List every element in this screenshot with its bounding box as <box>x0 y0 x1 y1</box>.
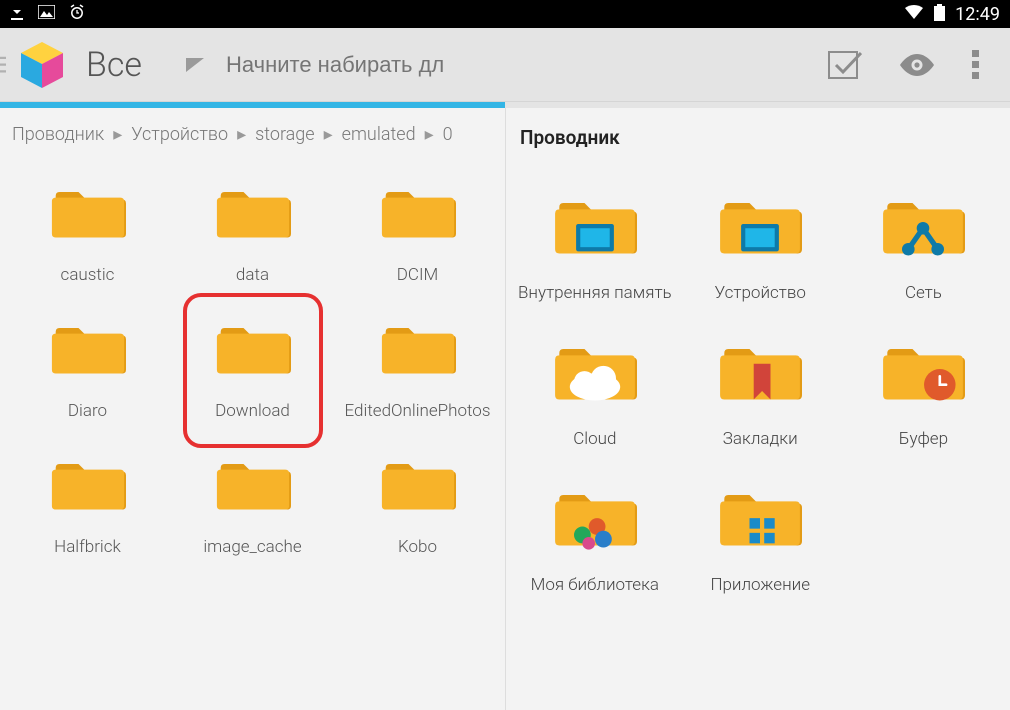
visibility-icon[interactable] <box>900 54 934 76</box>
folder-icon <box>549 323 641 415</box>
search-input[interactable] <box>226 52 810 78</box>
folder-label: DCIM <box>397 265 438 285</box>
drawer-handle-icon[interactable] <box>0 28 6 101</box>
shortcut-label: Сеть <box>905 283 942 303</box>
folder-icon <box>877 177 969 269</box>
left-panel: Проводник ▸ Устройство ▸ storage ▸ emula… <box>0 108 505 710</box>
shortcut-item[interactable]: Устройство <box>682 167 839 307</box>
folder-label: Download <box>215 401 290 421</box>
status-bar: 12:49 <box>0 0 1010 28</box>
shortcut-item[interactable]: Сеть <box>845 167 1002 307</box>
folder-icon <box>714 469 806 561</box>
folder-icon <box>714 177 806 269</box>
folder-label: Halfbrick <box>54 537 121 557</box>
folder-icon <box>549 177 641 269</box>
folder-item[interactable]: Kobo <box>338 431 497 561</box>
folder-item[interactable]: Diaro <box>8 295 167 425</box>
shortcut-label: Устройство <box>715 283 806 303</box>
crumb-0[interactable]: Проводник <box>12 124 104 145</box>
shortcut-label: Закладки <box>723 429 798 449</box>
folder-item[interactable]: image_cache <box>173 431 332 561</box>
folder-icon <box>549 469 641 561</box>
crumb-4[interactable]: 0 <box>443 124 453 145</box>
download-notif-icon <box>10 4 24 24</box>
crumb-2[interactable]: storage <box>255 124 315 145</box>
folder-icon <box>714 323 806 415</box>
shortcut-item[interactable]: Закладки <box>682 313 839 453</box>
folder-label: caustic <box>61 265 115 285</box>
folder-icon <box>377 169 459 251</box>
folder-item[interactable]: Halfbrick <box>8 431 167 561</box>
dropdown-arrow-icon[interactable] <box>186 58 204 72</box>
app-logo-icon <box>10 33 74 97</box>
folder-icon <box>877 323 969 415</box>
overflow-menu-icon[interactable] <box>972 50 980 80</box>
shortcut-label: Моя библиотека <box>531 575 659 595</box>
shortcut-item[interactable]: Приложение <box>682 459 839 599</box>
status-clock: 12:49 <box>955 4 1000 25</box>
folder-icon <box>377 441 459 523</box>
select-mode-icon[interactable] <box>828 51 862 79</box>
right-panel: Проводник Внутренняя память Устройство Сет… <box>505 108 1010 710</box>
folder-label: image_cache <box>203 537 301 557</box>
folder-item[interactable]: caustic <box>8 159 167 289</box>
shortcut-label: Буфер <box>899 429 948 449</box>
crumb-1[interactable]: Устройство <box>131 124 228 145</box>
folder-item[interactable]: EditedOnlinePhotos <box>338 295 497 425</box>
chevron-right-icon: ▸ <box>425 124 434 145</box>
folder-icon <box>47 169 129 251</box>
folder-label: Diaro <box>68 401 107 421</box>
shortcut-item[interactable]: Буфер <box>845 313 1002 453</box>
folder-item[interactable]: Download <box>173 295 332 425</box>
shortcut-label: Внутренняя память <box>518 283 672 303</box>
folder-icon <box>47 305 129 387</box>
toolbar-title[interactable]: Все <box>86 45 142 85</box>
chevron-right-icon: ▸ <box>237 124 246 145</box>
folder-icon <box>212 305 294 387</box>
folder-label: data <box>236 265 269 285</box>
folder-item[interactable]: data <box>173 159 332 289</box>
shortcut-label: Cloud <box>573 429 616 449</box>
breadcrumb: Проводник ▸ Устройство ▸ storage ▸ emula… <box>8 118 497 159</box>
right-panel-title: Проводник <box>514 118 1002 167</box>
shortcut-item[interactable]: Внутренняя память <box>514 167 676 307</box>
toolbar: Все <box>0 28 1010 102</box>
folder-icon <box>377 305 459 387</box>
shortcut-label: Приложение <box>710 575 810 595</box>
wifi-icon <box>904 4 924 24</box>
folder-icon <box>212 441 294 523</box>
folder-label: EditedOnlinePhotos <box>345 401 491 421</box>
chevron-right-icon: ▸ <box>324 124 333 145</box>
shortcut-item[interactable]: Cloud <box>514 313 676 453</box>
crumb-3[interactable]: emulated <box>342 124 416 145</box>
alarm-notif-icon <box>69 4 85 24</box>
chevron-right-icon: ▸ <box>113 124 122 145</box>
folder-icon <box>212 169 294 251</box>
folder-icon <box>47 441 129 523</box>
shortcut-item[interactable]: Моя библиотека <box>514 459 676 599</box>
battery-icon <box>934 4 945 25</box>
folder-item[interactable]: DCIM <box>338 159 497 289</box>
folder-label: Kobo <box>398 537 437 557</box>
image-notif-icon <box>38 4 55 24</box>
